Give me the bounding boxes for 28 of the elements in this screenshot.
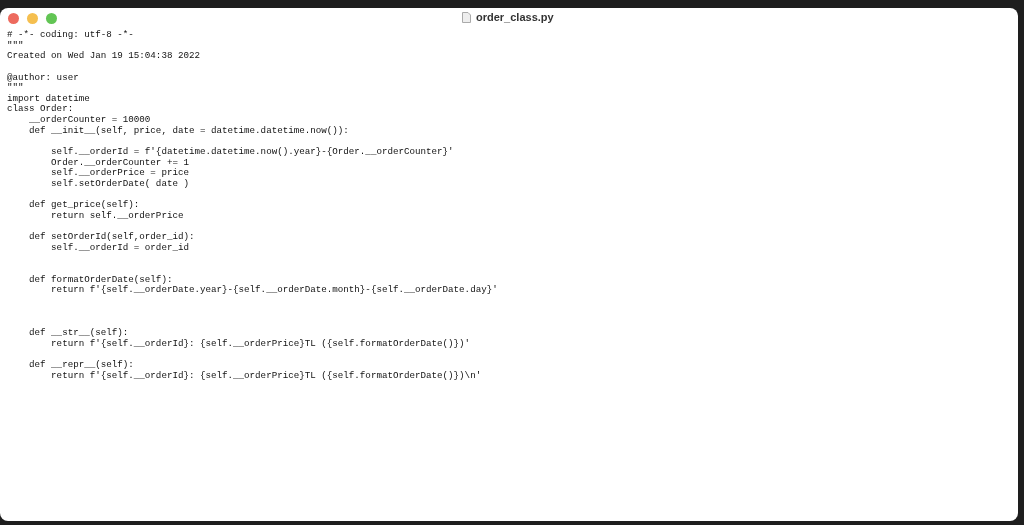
minimize-button[interactable] bbox=[27, 12, 38, 24]
code-line: import datetime bbox=[7, 92, 90, 104]
document-icon bbox=[462, 11, 471, 23]
window-title: order_class.py bbox=[476, 11, 554, 23]
zoom-button[interactable] bbox=[46, 12, 57, 24]
code-line: def __init__(self, price, date = datetime.datetime.now()): bbox=[28, 124, 349, 136]
code-line: def get_price(self): bbox=[28, 199, 140, 211]
code-line: return f'{self.__orderDate.year}-{self.__orderDate.month}-{self.__orderDate.day}' bbox=[50, 284, 498, 296]
code-line: self.__orderPrice = price bbox=[50, 167, 189, 179]
code-line: """ bbox=[7, 39, 24, 51]
code-line: return self.__orderPrice bbox=[50, 209, 184, 221]
code-line: def __str__(self): bbox=[28, 326, 129, 338]
code-line: return f'{self.__orderId}: {self.__orderPrice}TL ({self.formatOrderDate()})\n' bbox=[50, 369, 482, 381]
code-line: return f'{self.__orderId}: {self.__orderPrice}TL ({self.formatOrderDate()})' bbox=[50, 337, 471, 349]
code-line: def setOrderId(self,order_id): bbox=[28, 231, 195, 243]
code-line: def formatOrderDate(self): bbox=[28, 273, 173, 285]
code-line: self.__orderId = f'{datetime.datetime.now().year}-{Order.__orderCounter}' bbox=[50, 146, 454, 158]
code-line: Order.__orderCounter += 1 bbox=[50, 156, 189, 168]
code-line: """ bbox=[7, 82, 24, 94]
code-line: __orderCounter = 10000 bbox=[28, 114, 151, 126]
code-line: @author: user bbox=[7, 71, 79, 83]
code-line: self.__orderId = order_id bbox=[50, 241, 189, 253]
code-line: self.setOrderDate( date ) bbox=[50, 177, 189, 189]
close-button[interactable] bbox=[8, 12, 19, 24]
code-line: # -*- coding: utf-8 -*- bbox=[7, 29, 134, 40]
code-line: def __repr__(self): bbox=[28, 358, 134, 370]
code-line: class Order: bbox=[7, 103, 74, 115]
code-line: Created on Wed Jan 19 15:04:38 2022 bbox=[7, 50, 200, 62]
